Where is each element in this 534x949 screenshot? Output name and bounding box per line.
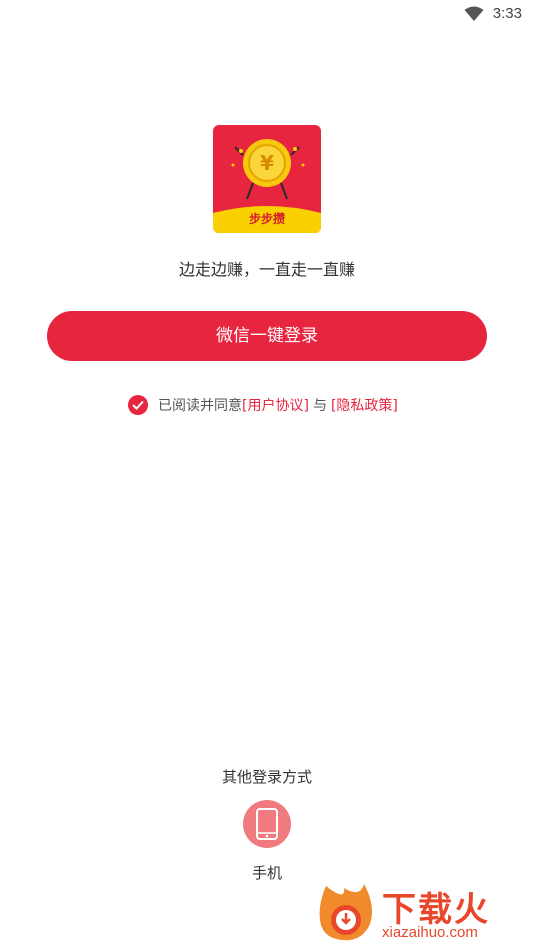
watermark: 下载火 xiazaihuo.com: [316, 878, 530, 946]
agreement-row: 已阅读并同意 [用户协议] 与 [隐私政策]: [128, 394, 398, 416]
agreement-prefix: 已阅读并同意: [158, 398, 242, 414]
phone-icon: [256, 808, 278, 840]
flame-download-icon: [319, 884, 372, 941]
privacy-policy-link[interactable]: [隐私政策]: [331, 395, 398, 415]
phone-login-button[interactable]: [243, 800, 291, 848]
svg-text:¥: ¥: [260, 151, 274, 175]
check-icon: [132, 400, 144, 410]
agree-checkbox[interactable]: [128, 395, 148, 415]
watermark-domain: xiazaihuo.com: [382, 924, 478, 941]
slogan: 边走边赚，一直走一直赚: [178, 260, 355, 279]
wifi-icon: [464, 6, 484, 26]
status-time: 3:33: [492, 5, 522, 22]
other-login-title: 其他登录方式: [221, 768, 312, 786]
logo-label: 步步攒: [248, 212, 285, 226]
app-logo: ¥ 步步攒: [213, 125, 321, 233]
agreement-and: 与: [312, 398, 327, 414]
status-bar: 3:33: [0, 0, 534, 30]
user-agreement-link[interactable]: [用户协议]: [242, 395, 309, 415]
wechat-login-button[interactable]: 微信一键登录: [47, 311, 487, 361]
